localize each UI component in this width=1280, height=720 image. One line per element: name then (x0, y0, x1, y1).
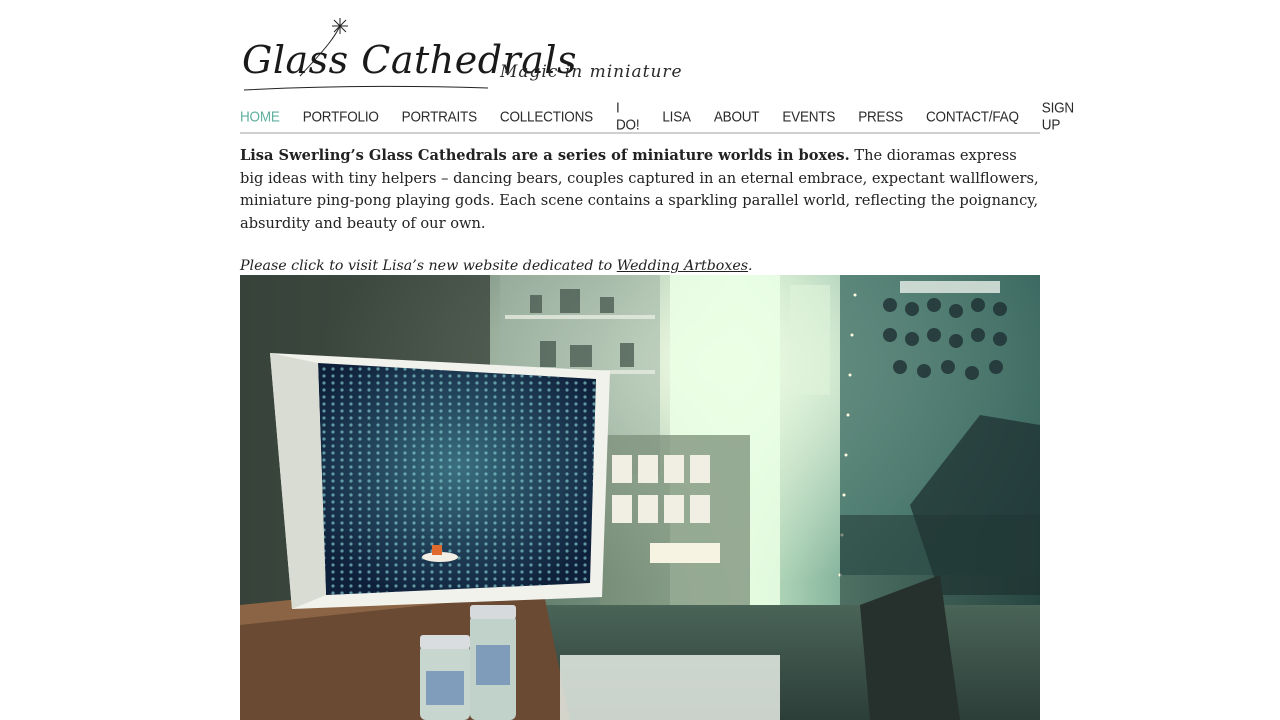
site-logo[interactable]: Glass Cathedrals Magic in miniature (240, 0, 1040, 96)
notice-prefix: Please click to visit Lisa’s new website… (240, 258, 617, 274)
hero-photo (240, 275, 1040, 720)
site-tagline: Magic in miniature (500, 62, 683, 82)
nav-item-home[interactable]: HOME (240, 108, 280, 125)
wedding-notice: Please click to visit Lisa’s new website… (240, 255, 1040, 277)
intro-lead: Lisa Swerling’s Glass Cathedrals are a s… (240, 147, 850, 164)
notice-suffix: . (748, 258, 753, 274)
nav-item-collections[interactable]: COLLECTIONS (500, 108, 593, 125)
page: Glass Cathedrals Magic in miniature HOME… (240, 0, 1074, 720)
nav-item-portraits[interactable]: PORTRAITS (402, 108, 477, 125)
nav-item-sign-up[interactable]: SIGN UP (1042, 99, 1074, 133)
nav-item-portfolio[interactable]: PORTFOLIO (303, 108, 379, 125)
nav-item-press[interactable]: PRESS (858, 108, 903, 125)
nav-item-about[interactable]: ABOUT (714, 108, 760, 125)
nav-item-contact-faq[interactable]: CONTACT/FAQ (926, 108, 1019, 125)
main-nav: HOME PORTFOLIO PORTRAITS COLLECTIONS I D… (240, 99, 1074, 134)
nav-item-events[interactable]: EVENTS (782, 108, 835, 125)
intro-paragraph: Lisa Swerling’s Glass Cathedrals are a s… (240, 145, 1040, 235)
nav-item-lisa[interactable]: LISA (662, 108, 691, 125)
nav-item-i-do[interactable]: I DO! (616, 99, 640, 133)
wedding-artboxes-link[interactable]: Wedding Artboxes (617, 258, 748, 274)
shop-diorama-image (240, 275, 1040, 720)
